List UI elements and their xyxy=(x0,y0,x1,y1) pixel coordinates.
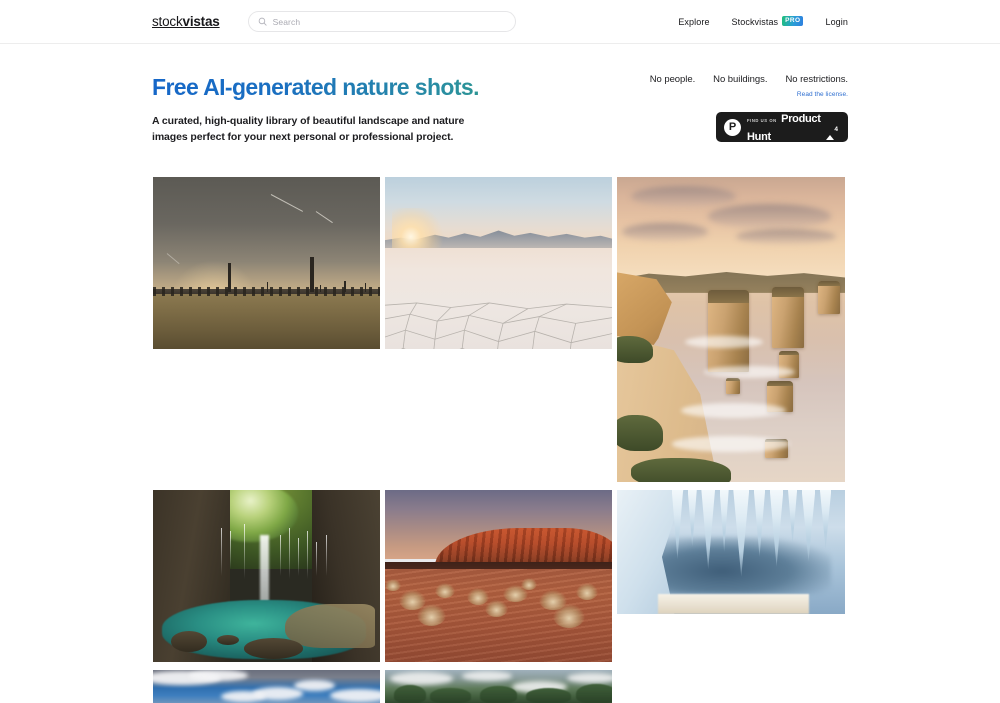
primary-nav: Explore Stockvistas PRO Login xyxy=(678,16,848,27)
crack-pattern xyxy=(385,302,612,349)
site-logo[interactable]: stockvistas xyxy=(152,14,220,29)
gallery-tile-cloudy-blue-sky[interactable] xyxy=(153,670,380,703)
product-hunt-text: FIND US ON Product Hunt xyxy=(747,109,826,145)
nav-item-login[interactable]: Login xyxy=(825,17,848,27)
coastal-stacks-scene xyxy=(617,177,845,482)
image-gallery xyxy=(153,177,847,703)
gallery-tile-salt-flat-sunrise[interactable] xyxy=(385,177,612,349)
hero-aside: No people. No buildings. No restrictions… xyxy=(628,74,848,145)
red-desert-scene xyxy=(385,490,612,662)
nav-label-stockvistas: Stockvistas xyxy=(731,16,779,27)
hero-copy: Free AI-generated nature shots. A curate… xyxy=(152,74,632,146)
claim-no-restrictions: No restrictions. xyxy=(785,74,848,85)
claim-no-buildings: No buildings. xyxy=(713,74,768,85)
gallery-tile-forest-ridge-clouds[interactable] xyxy=(385,670,612,703)
product-hunt-logo-icon: P xyxy=(724,118,741,136)
gallery-tile-red-desert-monolith[interactable] xyxy=(385,490,612,662)
pro-badge: PRO xyxy=(782,16,804,26)
nav-item-stockvistas-pro[interactable]: Stockvistas PRO xyxy=(731,16,804,27)
logo-text-bold: vistas xyxy=(182,14,220,29)
gallery-tile-savanna-acacia-dusk[interactable] xyxy=(153,177,380,349)
cloudy-sky-scene xyxy=(153,670,380,703)
search-bar[interactable] xyxy=(247,11,516,32)
product-hunt-upvotes: 4 xyxy=(826,118,840,140)
site-header: stockvistas Explore Stockvistas PRO Logi… xyxy=(0,0,1000,44)
salt-flat-scene xyxy=(385,177,612,349)
hero-section: Free AI-generated nature shots. A curate… xyxy=(0,44,1000,172)
gallery-tile-coastal-rock-stacks-sunset[interactable] xyxy=(617,177,845,482)
product-hunt-badge[interactable]: P FIND US ON Product Hunt 4 xyxy=(716,109,848,145)
savanna-scene xyxy=(153,177,380,349)
page-title: Free AI-generated nature shots. xyxy=(152,74,632,100)
ice-cave-scene xyxy=(617,490,845,614)
search-icon xyxy=(258,17,267,26)
license-link[interactable]: Read the license. xyxy=(628,91,848,98)
gallery-tile-ice-cave-icicles[interactable] xyxy=(617,490,845,614)
cave-waterfall-scene xyxy=(153,490,380,662)
upvote-count: 4 xyxy=(834,126,838,133)
page-subtitle: A curated, high-quality library of beaut… xyxy=(152,115,465,144)
claim-no-people: No people. xyxy=(649,74,696,85)
gallery-tile-cave-waterfall-pool[interactable] xyxy=(153,490,380,662)
logo-text-light: stock xyxy=(152,14,183,29)
claims-list: No people. No buildings. No restrictions… xyxy=(628,74,848,85)
product-hunt-kicker: FIND US ON xyxy=(747,118,777,123)
nav-item-explore[interactable]: Explore xyxy=(678,17,709,27)
nav-label-login: Login xyxy=(825,16,848,27)
forest-ridge-scene xyxy=(385,670,612,703)
nav-label-explore: Explore xyxy=(678,16,710,27)
search-input[interactable] xyxy=(272,16,506,27)
